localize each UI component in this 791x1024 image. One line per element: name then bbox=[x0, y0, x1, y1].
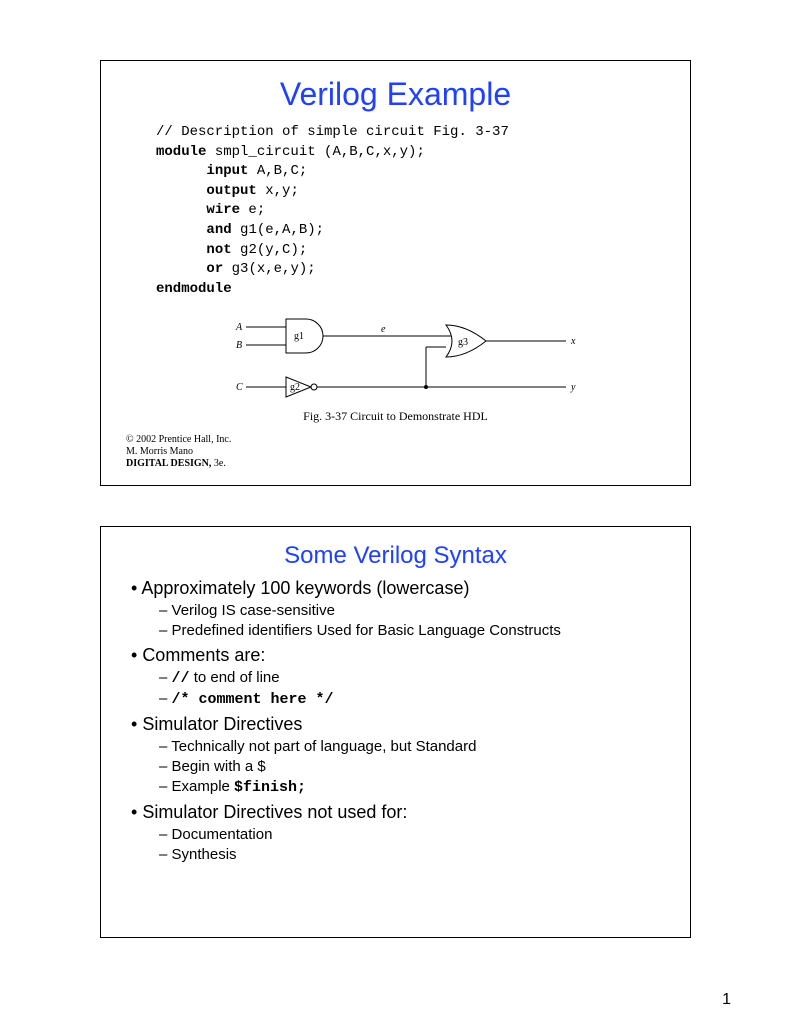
code-line: module smpl_circuit (A,B,C,x,y); bbox=[156, 143, 665, 163]
kw-input: input bbox=[206, 163, 248, 179]
bullet-text: Approximately 100 keywords (lowercase) bbox=[141, 578, 469, 598]
mono-text: $finish; bbox=[234, 779, 306, 796]
sub-case-sensitive: Verilog IS case-sensitive bbox=[159, 602, 665, 619]
sub-documentation: Documentation bbox=[159, 826, 665, 843]
code-line: output x,y; bbox=[156, 182, 665, 202]
bullet-text: Simulator Directives not used for: bbox=[142, 802, 407, 822]
pin-a: A bbox=[235, 322, 243, 333]
code-line: and g1(e,A,B); bbox=[156, 221, 665, 241]
text: Example bbox=[172, 778, 235, 795]
pin-y: y bbox=[570, 382, 576, 393]
slide-title: Some Verilog Syntax bbox=[126, 542, 665, 570]
kw-endmodule: endmodule bbox=[156, 280, 665, 300]
pin-b: B bbox=[236, 340, 242, 351]
code-text: g3(x,e,y); bbox=[223, 261, 315, 277]
code-text: x,y; bbox=[257, 183, 299, 199]
sub-list: Technically not part of language, but St… bbox=[131, 738, 665, 796]
text: to end of line bbox=[190, 669, 280, 686]
circuit-diagram: A B g1 e C g2 y bbox=[186, 307, 606, 407]
code-text: e; bbox=[240, 202, 265, 218]
slide-verilog-syntax: Some Verilog Syntax Approximately 100 ke… bbox=[100, 526, 691, 938]
slide-verilog-example: Verilog Example // Description of simple… bbox=[100, 60, 691, 486]
document-page: Verilog Example // Description of simple… bbox=[0, 0, 791, 958]
code-text: g2(y,C); bbox=[232, 242, 308, 258]
bullet-text: Comments are: bbox=[142, 645, 265, 665]
bullet-keywords: Approximately 100 keywords (lowercase) V… bbox=[131, 578, 665, 639]
bullet-directives: Simulator Directives Technically not par… bbox=[131, 714, 665, 796]
sub-example-finish: Example $finish; bbox=[159, 778, 665, 796]
citation-suffix: 3e. bbox=[211, 458, 225, 469]
page-number: 1 bbox=[722, 991, 731, 1009]
citation-line: M. Morris Mano bbox=[126, 446, 665, 458]
sub-synthesis: Synthesis bbox=[159, 846, 665, 863]
code-line: input A,B,C; bbox=[156, 162, 665, 182]
sub-predefined: Predefined identifiers Used for Basic La… bbox=[159, 622, 665, 639]
bullet-list: Approximately 100 keywords (lowercase) V… bbox=[126, 578, 665, 863]
bullet-not-used: Simulator Directives not used for: Docum… bbox=[131, 802, 665, 863]
code-text: smpl_circuit (A,B,C,x,y); bbox=[206, 144, 424, 160]
slide-title: Verilog Example bbox=[126, 76, 665, 113]
citation-line: DIGITAL DESIGN, 3e. bbox=[126, 458, 665, 470]
kw-wire: wire bbox=[206, 202, 240, 218]
code-text: A,B,C; bbox=[248, 163, 307, 179]
gate-g2: g2 bbox=[290, 382, 300, 393]
kw-module: module bbox=[156, 144, 206, 160]
bullet-text: Simulator Directives bbox=[142, 714, 302, 734]
wire-e: e bbox=[381, 324, 386, 335]
pin-c: C bbox=[236, 382, 243, 393]
sub-standard: Technically not part of language, but St… bbox=[159, 738, 665, 755]
kw-and: and bbox=[206, 222, 231, 238]
citation-bold: DIGITAL DESIGN, bbox=[126, 458, 211, 469]
sub-list: Verilog IS case-sensitive Predefined ide… bbox=[131, 602, 665, 639]
kw-not: not bbox=[206, 242, 231, 258]
code-comment: // Description of simple circuit Fig. 3-… bbox=[156, 123, 665, 143]
gate-g3: g3 bbox=[458, 337, 468, 348]
code-line: not g2(y,C); bbox=[156, 241, 665, 261]
figure-caption: Fig. 3-37 Circuit to Demonstrate HDL bbox=[126, 409, 665, 424]
sub-block-comment: /* comment here */ bbox=[159, 690, 665, 708]
kw-output: output bbox=[206, 183, 256, 199]
mono-text: // bbox=[172, 670, 190, 687]
sub-line-comment: // to end of line bbox=[159, 669, 665, 687]
gate-g1: g1 bbox=[294, 331, 304, 342]
sub-list: Documentation Synthesis bbox=[131, 826, 665, 863]
code-line: wire e; bbox=[156, 201, 665, 221]
citation-line: © 2002 Prentice Hall, Inc. bbox=[126, 434, 665, 446]
mono-text: /* comment here */ bbox=[172, 691, 334, 708]
code-block: // Description of simple circuit Fig. 3-… bbox=[156, 123, 665, 299]
code-text: g1(e,A,B); bbox=[232, 222, 324, 238]
sub-list: // to end of line /* comment here */ bbox=[131, 669, 665, 708]
citation: © 2002 Prentice Hall, Inc. M. Morris Man… bbox=[126, 434, 665, 470]
code-line: or g3(x,e,y); bbox=[156, 260, 665, 280]
kw-or: or bbox=[206, 261, 223, 277]
bullet-comments: Comments are: // to end of line /* comme… bbox=[131, 645, 665, 708]
sub-dollar: Begin with a $ bbox=[159, 758, 665, 775]
pin-x: x bbox=[570, 336, 576, 347]
